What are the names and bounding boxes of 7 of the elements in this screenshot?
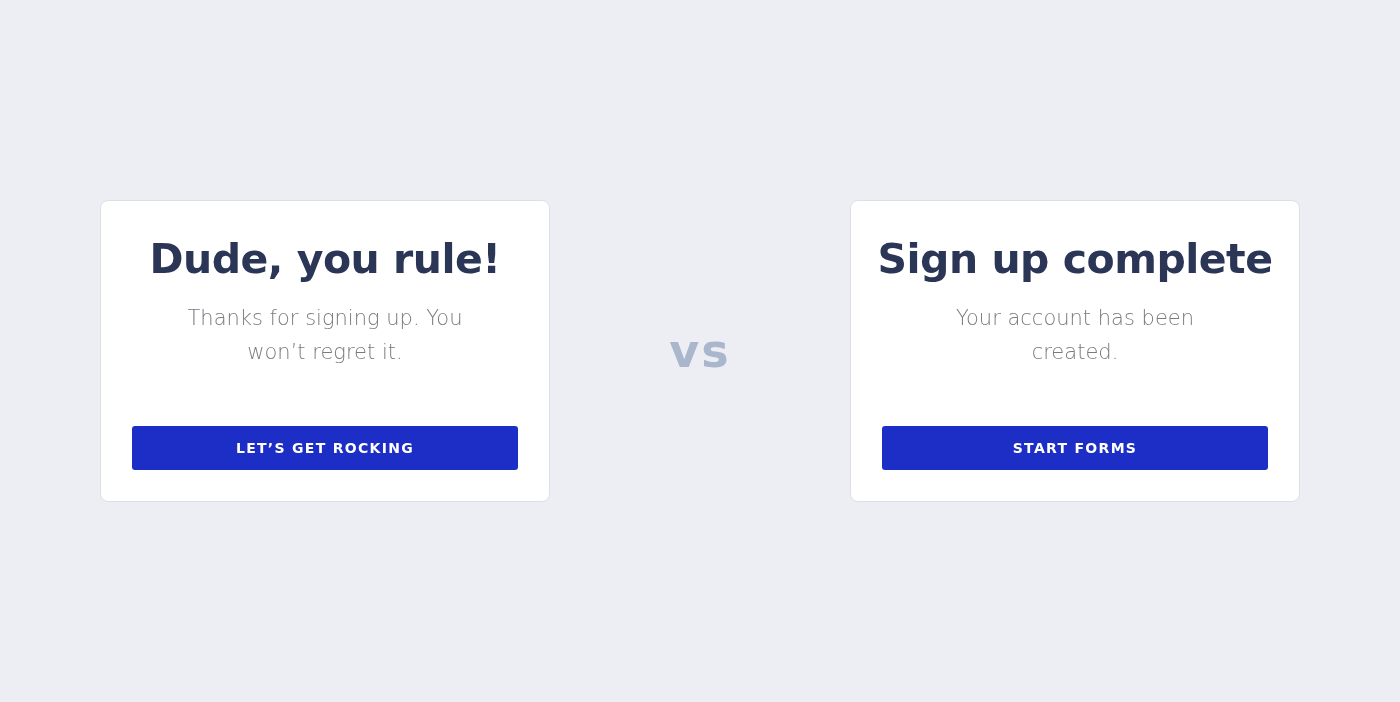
card-message: Thanks for signing up. You won’t regret it. [186,305,464,366]
card-title: Dude, you rule! [149,235,501,283]
card-message: Your account has been created. [954,305,1196,366]
primary-button[interactable]: LET’S GET ROCKING [132,426,518,470]
versus-label: vs [669,324,731,378]
primary-button[interactable]: START FORMS [882,426,1268,470]
card-title: Sign up complete [877,235,1273,283]
